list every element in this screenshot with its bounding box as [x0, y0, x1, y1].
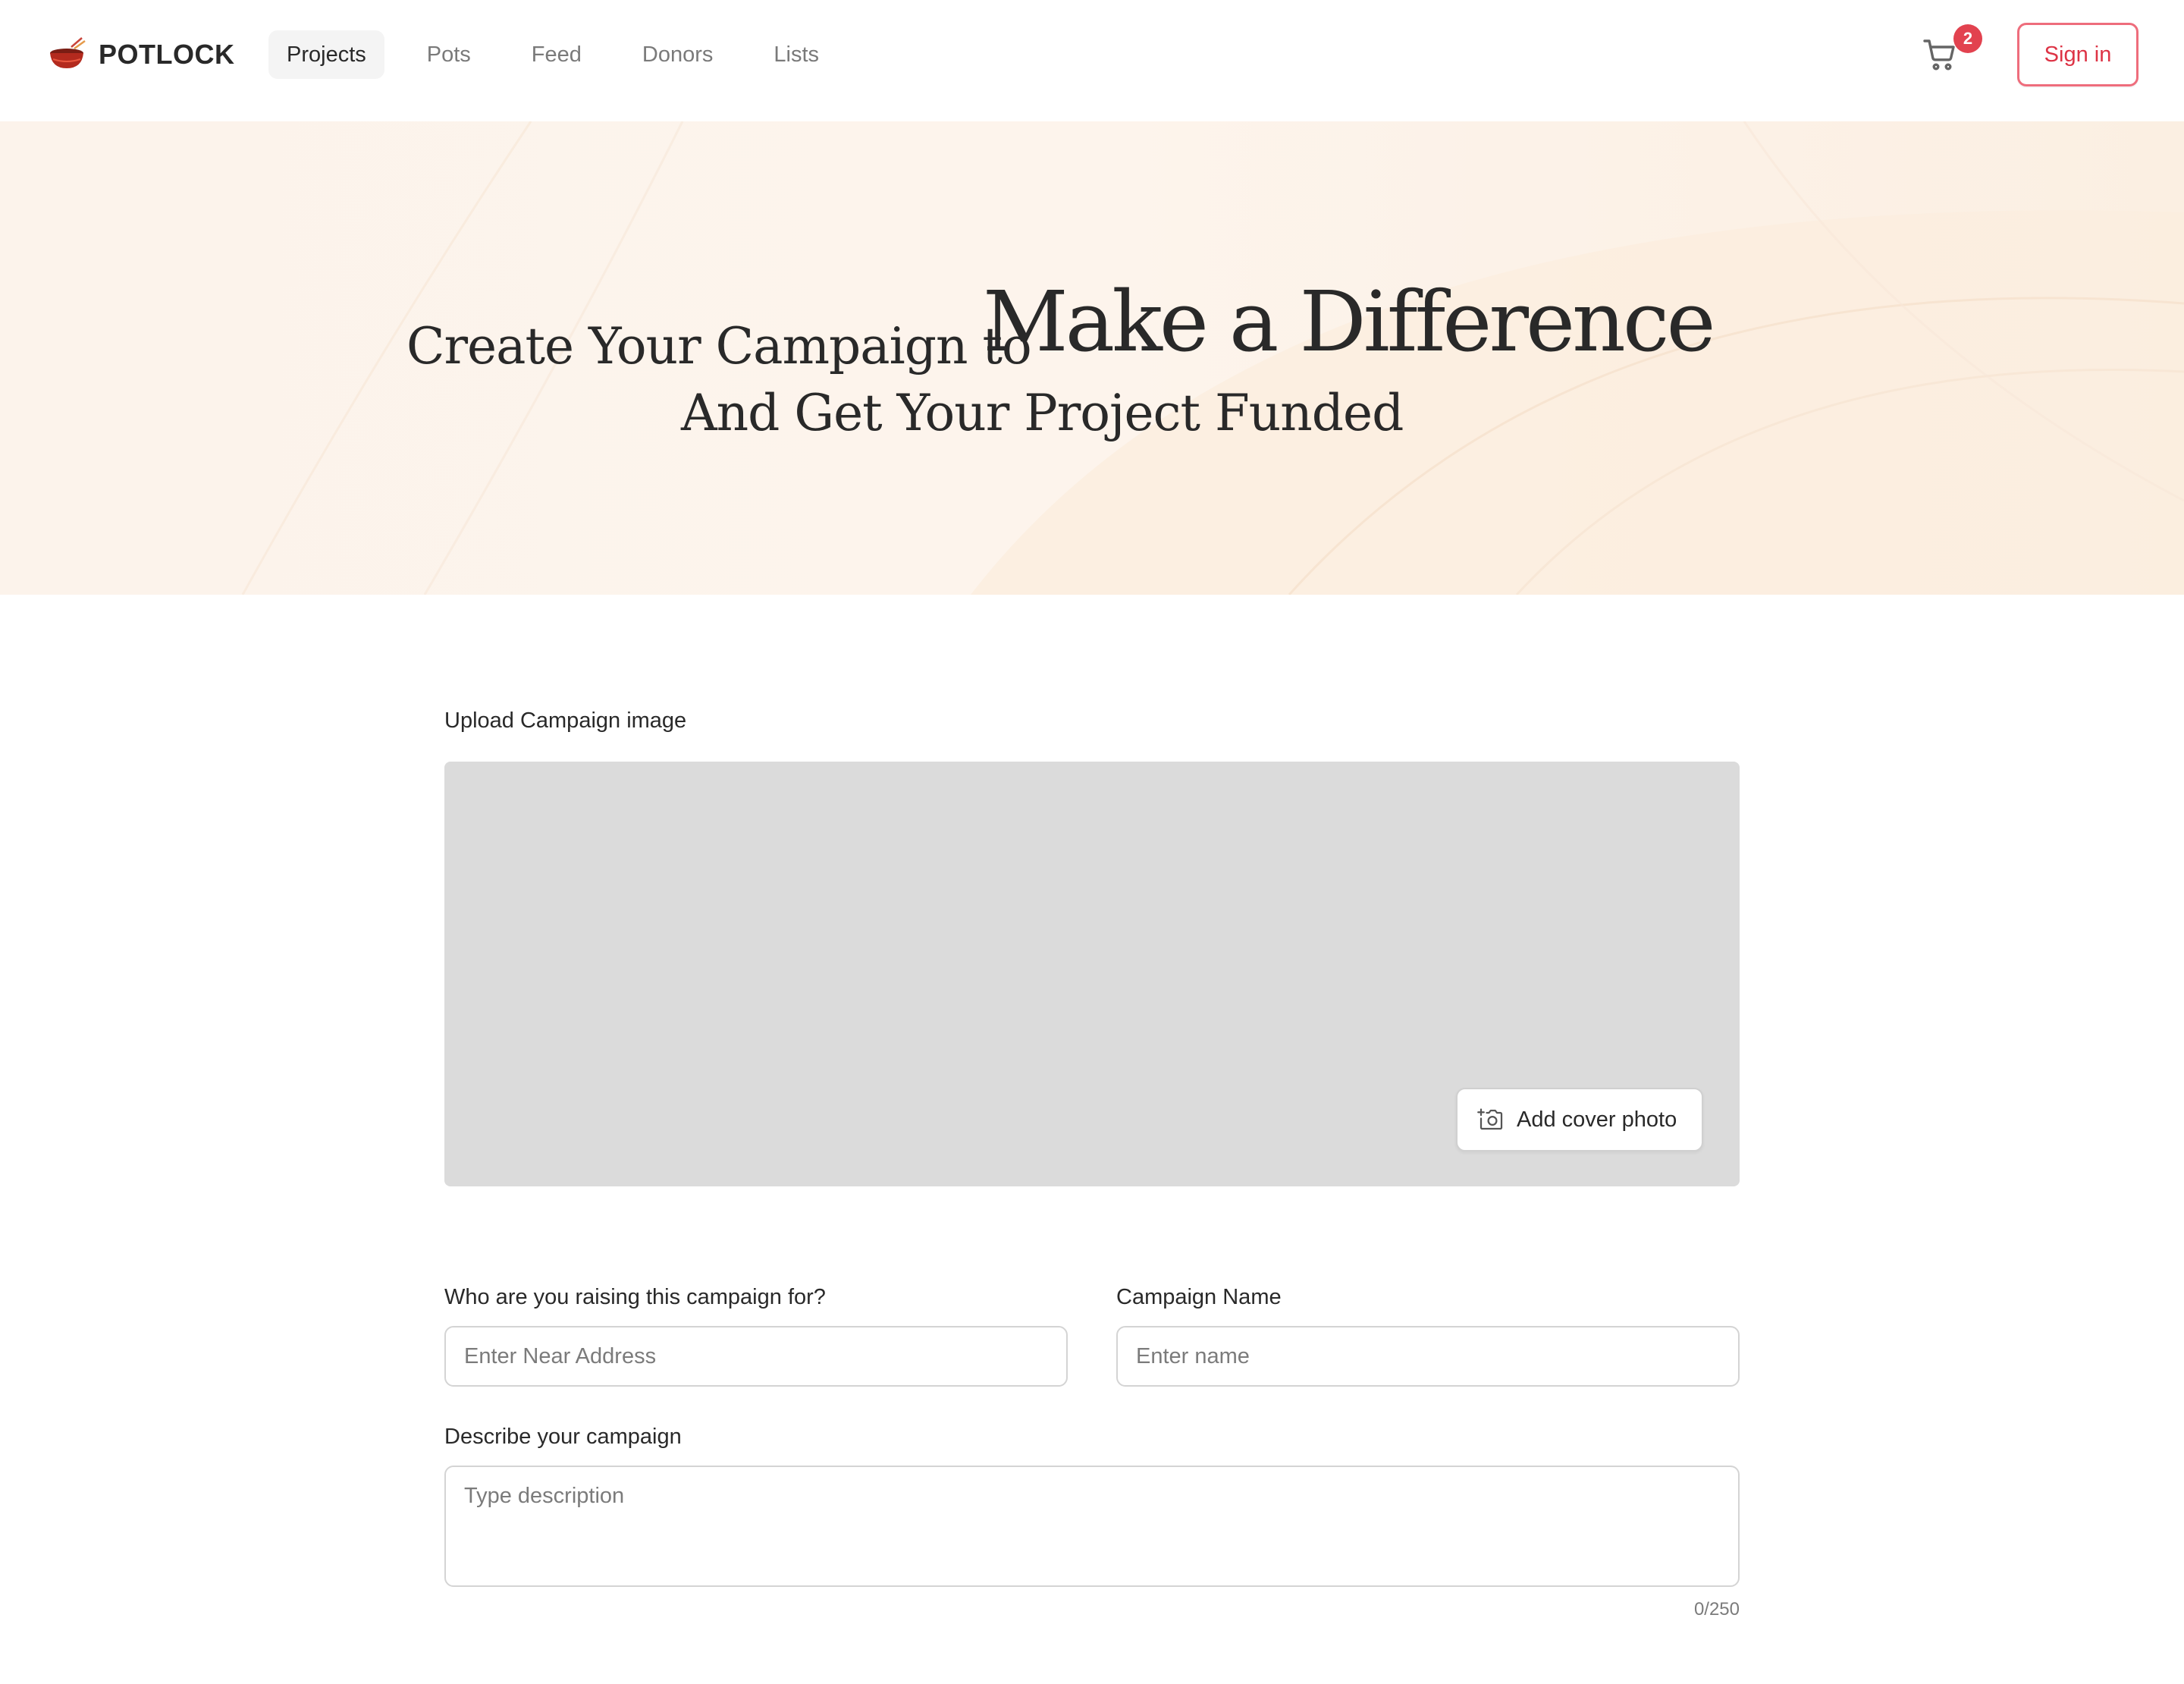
campaign-name-label: Campaign Name — [1116, 1285, 1282, 1309]
upload-campaign-image-label: Upload Campaign image — [444, 708, 687, 733]
cover-image-placeholder: Add cover photo — [444, 762, 1740, 1186]
add-cover-photo-button[interactable]: Add cover photo — [1456, 1088, 1703, 1151]
hero-title-emphasis: Make a Difference — [983, 273, 1716, 370]
nav-lists[interactable]: Lists — [755, 30, 837, 79]
logo[interactable]: POTLOCK — [49, 35, 235, 74]
cart-count-badge: 2 — [1953, 24, 1982, 53]
description-label: Describe your campaign — [444, 1425, 682, 1449]
nav-feed[interactable]: Feed — [513, 30, 600, 79]
description-char-counter: 0/250 — [1693, 1599, 1740, 1620]
shopping-cart-icon — [1923, 39, 1955, 71]
cart-button[interactable]: 2 — [1922, 24, 1982, 76]
add-photo-icon — [1477, 1108, 1503, 1130]
hero-subtitle: And Get Your Project Funded — [681, 384, 1404, 442]
hero-title-prefix: Create Your Campaign to — [406, 317, 1032, 375]
add-cover-photo-label: Add cover photo — [1517, 1107, 1677, 1132]
sign-in-button[interactable]: Sign in — [2017, 23, 2138, 86]
nav-pots[interactable]: Pots — [409, 30, 489, 79]
near-address-input[interactable] — [444, 1326, 1068, 1387]
potlock-logo-icon — [50, 37, 86, 68]
top-navbar: POTLOCK Projects Pots Feed Donors Lists … — [0, 0, 2184, 121]
logo-text: POTLOCK — [99, 39, 235, 70]
hero-banner: Create Your Campaign to Make a Differenc… — [0, 121, 2184, 595]
main-nav: Projects Pots Feed Donors Lists — [268, 30, 861, 79]
recipient-label: Who are you raising this campaign for? — [444, 1285, 826, 1309]
campaign-name-input[interactable] — [1116, 1326, 1740, 1387]
description-textarea[interactable] — [444, 1466, 1740, 1587]
nav-donors[interactable]: Donors — [624, 30, 732, 79]
nav-projects[interactable]: Projects — [268, 30, 384, 79]
